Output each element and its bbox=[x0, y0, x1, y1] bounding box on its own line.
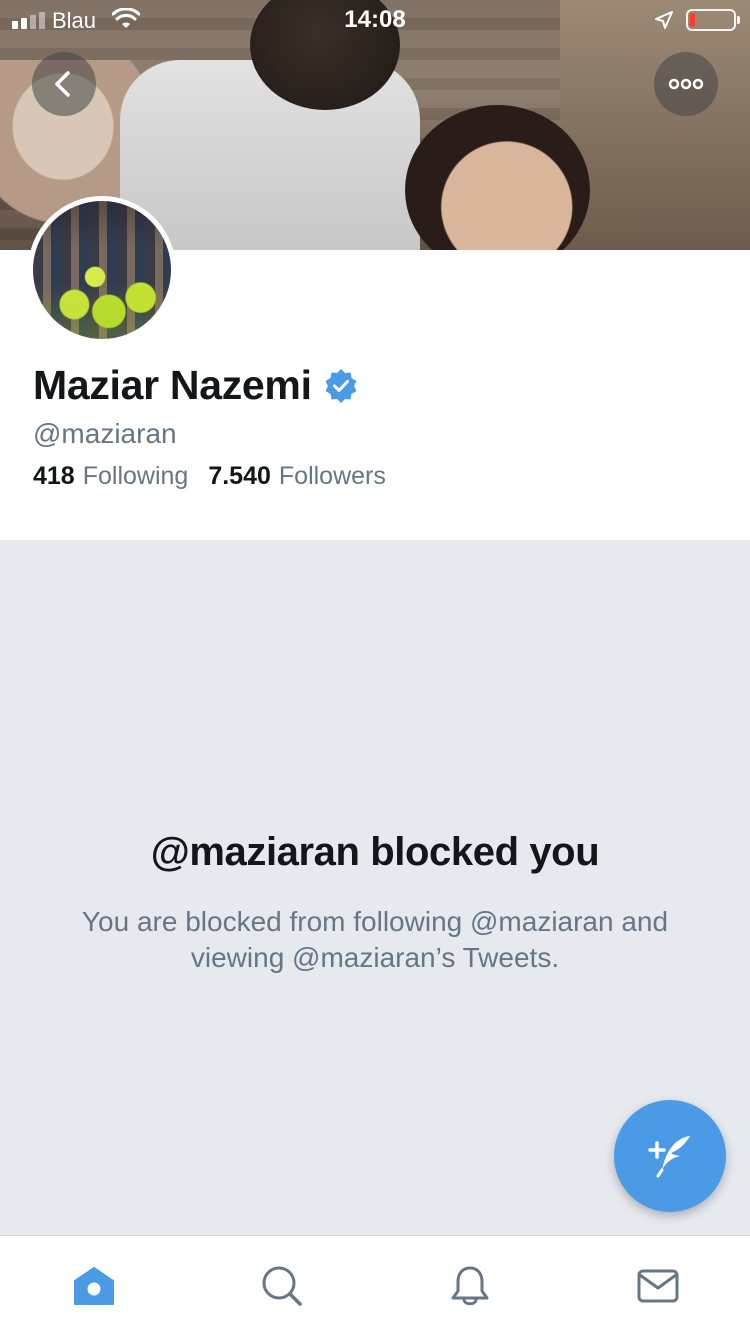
tab-messages[interactable] bbox=[636, 1264, 680, 1308]
following-label: Following bbox=[82, 462, 189, 490]
follow-stats: 418 Following 7.540 Followers bbox=[33, 462, 386, 491]
tab-notifications[interactable] bbox=[448, 1264, 492, 1308]
notifications-icon bbox=[451, 1266, 489, 1306]
more-horizontal-icon bbox=[668, 78, 704, 90]
chevron-left-icon bbox=[55, 71, 70, 97]
name-row: Maziar Nazemi bbox=[33, 362, 358, 409]
clock: 14:08 bbox=[344, 6, 406, 33]
more-options-button[interactable] bbox=[654, 52, 718, 116]
messages-icon bbox=[637, 1269, 679, 1303]
home-icon bbox=[74, 1267, 114, 1305]
back-button[interactable] bbox=[32, 52, 96, 116]
blocked-title: @maziaran blocked you bbox=[150, 830, 600, 874]
following-count: 418 bbox=[33, 462, 75, 490]
followers-count: 7.540 bbox=[208, 462, 271, 490]
verified-badge-icon bbox=[325, 368, 357, 403]
compose-tweet-button[interactable] bbox=[614, 1100, 726, 1212]
display-name: Maziar Nazemi bbox=[33, 362, 312, 408]
battery-icon bbox=[686, 9, 740, 31]
status-bar: Blau 14:08 bbox=[0, 0, 750, 40]
tab-bar bbox=[0, 1235, 750, 1334]
battery-level bbox=[690, 13, 695, 27]
following-stat[interactable]: 418 Following bbox=[33, 462, 188, 491]
search-icon bbox=[262, 1266, 302, 1306]
blocked-message: You are blocked from following @maziaran… bbox=[81, 906, 669, 973]
location-arrow-icon bbox=[655, 11, 673, 29]
avatar[interactable] bbox=[28, 196, 176, 344]
followers-label: Followers bbox=[278, 462, 386, 490]
username-handle: @maziaran bbox=[33, 418, 177, 449]
followers-stat[interactable]: 7.540 Followers bbox=[208, 462, 386, 491]
tab-search[interactable] bbox=[260, 1264, 304, 1308]
tab-home[interactable] bbox=[72, 1264, 116, 1308]
compose-tweet-icon bbox=[648, 1136, 690, 1178]
